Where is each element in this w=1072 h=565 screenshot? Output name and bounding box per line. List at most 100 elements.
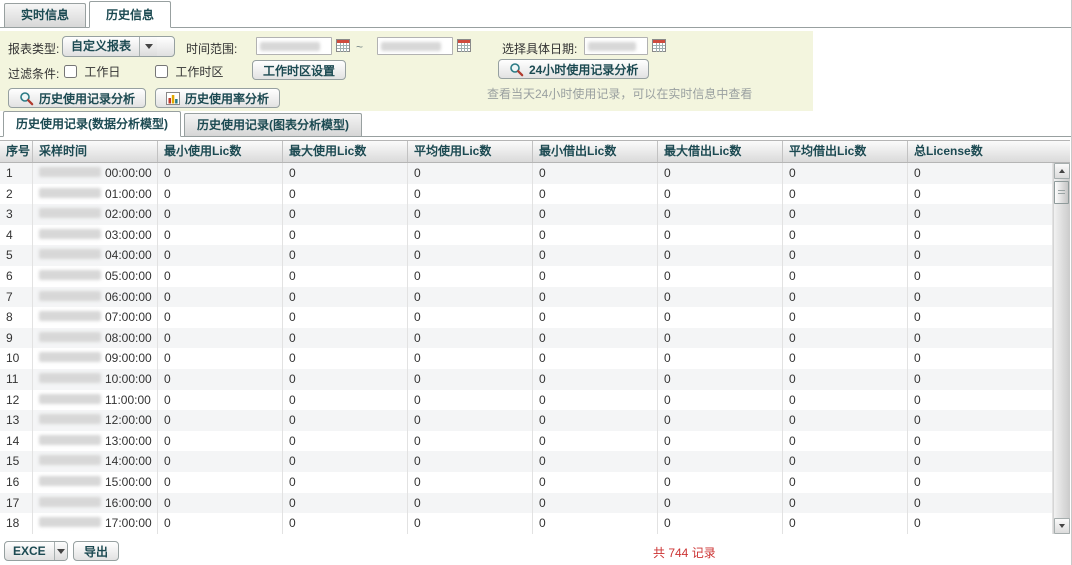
- table-row[interactable]: 908:00:000000000: [0, 328, 1053, 349]
- workday-checkbox[interactable]: [64, 65, 77, 78]
- history-record-label: 历史使用记录分析: [39, 90, 135, 107]
- tab-realtime-info[interactable]: 实时信息: [4, 3, 86, 27]
- export-label: 导出: [84, 543, 108, 560]
- scroll-up-button[interactable]: [1054, 163, 1070, 179]
- redacted-date: [39, 167, 101, 177]
- lic-value-cell: 0: [283, 410, 408, 431]
- calendar-icon[interactable]: [457, 39, 471, 52]
- worktz-label: 工作时区: [175, 65, 223, 79]
- lic-value-cell: 0: [533, 163, 658, 184]
- specific-date-input[interactable]: [584, 37, 648, 55]
- redacted-date: [39, 249, 101, 259]
- redacted-date: [39, 517, 101, 527]
- redacted-date: [39, 229, 101, 239]
- footer: EXCE 导出 共 744 记录: [0, 540, 1071, 565]
- lic-value-cell: 0: [283, 163, 408, 184]
- table-row[interactable]: 504:00:000000000: [0, 245, 1053, 266]
- sample-time: 07:00:00: [105, 310, 152, 324]
- lic-value-cell: 0: [533, 493, 658, 514]
- row-index: 16: [0, 472, 33, 493]
- bar-chart-icon: [166, 92, 180, 105]
- column-header[interactable]: 最大使用Lic数: [283, 141, 408, 162]
- table-row[interactable]: 807:00:000000000: [0, 307, 1053, 328]
- redacted-date: [260, 42, 320, 51]
- row-index: 6: [0, 266, 33, 287]
- table-row[interactable]: 1211:00:000000000: [0, 390, 1053, 411]
- lic-value-cell: 0: [408, 513, 533, 534]
- lic-value-cell: 0: [658, 410, 783, 431]
- subtab-chart-model[interactable]: 历史使用记录(图表分析模型): [184, 113, 362, 136]
- lic-value-cell: 0: [908, 204, 1053, 225]
- redacted-date: [39, 311, 101, 321]
- scrollbar-thumb[interactable]: [1054, 181, 1069, 204]
- column-header[interactable]: 最小使用Lic数: [158, 141, 283, 162]
- table-row[interactable]: 1009:00:000000000: [0, 348, 1053, 369]
- lic-value-cell: 0: [658, 163, 783, 184]
- table-row[interactable]: 1615:00:000000000: [0, 472, 1053, 493]
- table-row[interactable]: 100:00:000000000: [0, 163, 1053, 184]
- date-to-input[interactable]: [377, 37, 453, 55]
- row-index: 2: [0, 184, 33, 205]
- column-header[interactable]: 平均借出Lic数: [783, 141, 908, 162]
- lic-value-cell: 0: [783, 390, 908, 411]
- subtab-data-model[interactable]: 历史使用记录(数据分析模型): [3, 111, 181, 137]
- lic-value-cell: 0: [533, 287, 658, 308]
- worktz-checkbox[interactable]: [155, 65, 168, 78]
- lic-value-cell: 0: [408, 472, 533, 493]
- table-row[interactable]: 201:00:000000000: [0, 184, 1053, 205]
- column-header[interactable]: 总License数: [908, 141, 1070, 162]
- history-record-analysis-button[interactable]: 历史使用记录分析: [8, 88, 146, 108]
- lic-value-cell: 0: [408, 390, 533, 411]
- vertical-scrollbar[interactable]: [1053, 163, 1070, 534]
- table-row[interactable]: 605:00:000000000: [0, 266, 1053, 287]
- lic-value-cell: 0: [158, 245, 283, 266]
- column-header[interactable]: 最大借出Lic数: [658, 141, 783, 162]
- history-rate-analysis-button[interactable]: 历史使用率分析: [155, 88, 280, 108]
- row-index: 13: [0, 410, 33, 431]
- lic-value-cell: 0: [908, 493, 1053, 514]
- date-from-input[interactable]: [256, 37, 332, 55]
- table-row[interactable]: 1514:00:000000000: [0, 451, 1053, 472]
- sample-time: 13:00:00: [105, 434, 152, 448]
- table-row[interactable]: 1312:00:000000000: [0, 410, 1053, 431]
- lic-value-cell: 0: [908, 328, 1053, 349]
- table-row[interactable]: 706:00:000000000: [0, 287, 1053, 308]
- filter-panel: 报表类型: 自定义报表 时间范围: ~ 选择具体日期: 过滤条件: 工作日 工作…: [0, 31, 813, 111]
- lic-value-cell: 0: [158, 513, 283, 534]
- export-button[interactable]: 导出: [73, 541, 119, 561]
- lic-value-cell: 0: [158, 287, 283, 308]
- table-row[interactable]: 1413:00:000000000: [0, 431, 1053, 452]
- lic-value-cell: 0: [658, 184, 783, 205]
- lic-value-cell: 0: [408, 410, 533, 431]
- lic-value-cell: 0: [783, 184, 908, 205]
- lic-value-cell: 0: [533, 513, 658, 534]
- calendar-icon[interactable]: [336, 39, 350, 52]
- table-row[interactable]: 1817:00:000000000: [0, 513, 1053, 534]
- calendar-icon[interactable]: [652, 39, 666, 52]
- column-header[interactable]: 序号: [0, 141, 33, 162]
- row-index: 7: [0, 287, 33, 308]
- table-row[interactable]: 1716:00:000000000: [0, 493, 1053, 514]
- lic-value-cell: 0: [408, 369, 533, 390]
- sample-time-cell: 11:00:00: [33, 390, 158, 411]
- row-index: 3: [0, 204, 33, 225]
- lic-value-cell: 0: [533, 410, 658, 431]
- table-row[interactable]: 1110:00:000000000: [0, 369, 1053, 390]
- sample-time: 02:00:00: [105, 207, 152, 221]
- analyze-24h-button[interactable]: 24小时使用记录分析: [498, 59, 649, 79]
- row-index: 17: [0, 493, 33, 514]
- report-type-select[interactable]: 自定义报表: [62, 36, 175, 57]
- tab-history-info[interactable]: 历史信息: [89, 1, 171, 28]
- row-index: 8: [0, 307, 33, 328]
- column-header[interactable]: 平均使用Lic数: [408, 141, 533, 162]
- lic-value-cell: 0: [408, 163, 533, 184]
- export-format-select[interactable]: EXCE: [4, 541, 68, 561]
- column-header[interactable]: 最小借出Lic数: [533, 141, 658, 162]
- table-row[interactable]: 403:00:000000000: [0, 225, 1053, 246]
- table-row[interactable]: 302:00:000000000: [0, 204, 1053, 225]
- worktz-settings-button[interactable]: 工作时区设置: [252, 60, 346, 80]
- scroll-down-button[interactable]: [1054, 518, 1070, 534]
- column-header[interactable]: 采样时间: [33, 141, 158, 162]
- lic-value-cell: 0: [408, 266, 533, 287]
- record-count: 共 744 记录: [653, 544, 716, 561]
